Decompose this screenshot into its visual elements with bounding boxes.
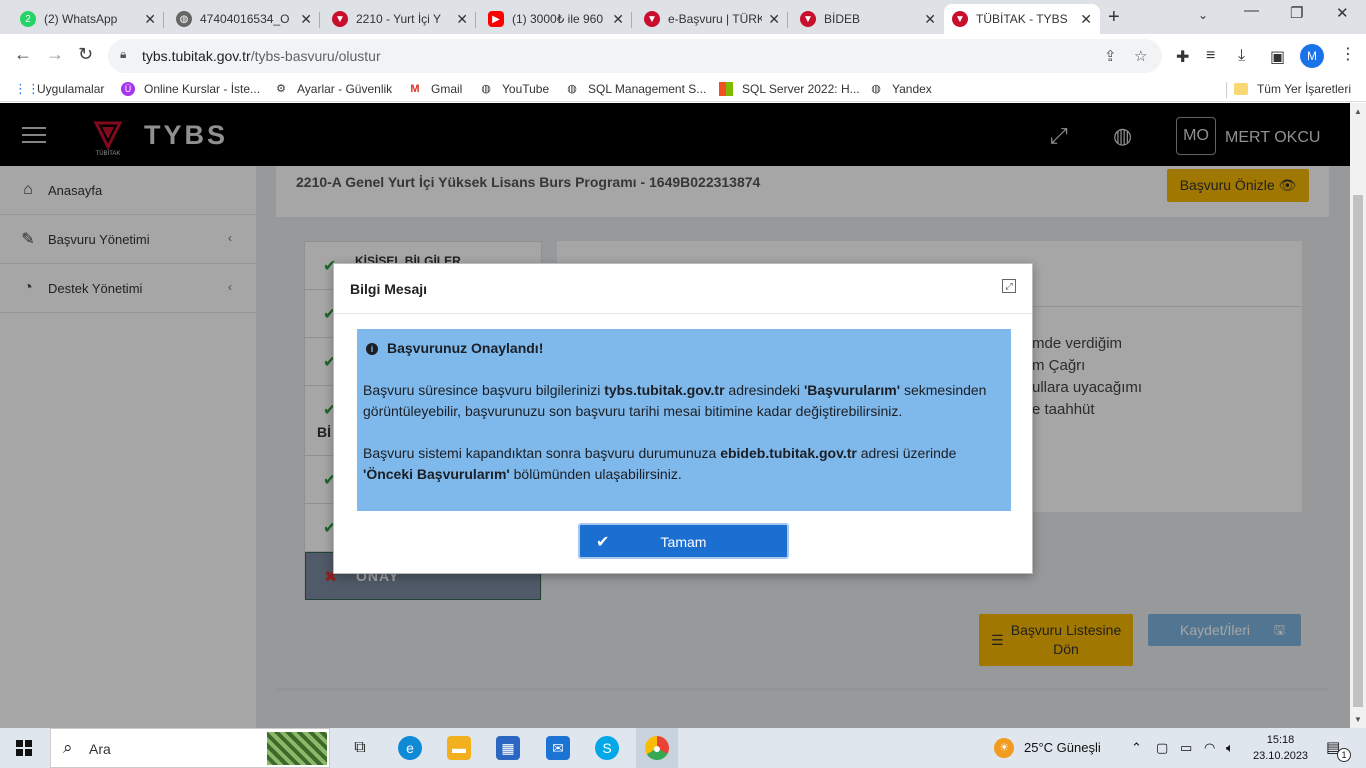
microsoft-icon [719, 82, 733, 96]
bookmark-sql-management[interactable]: ◍ SQL Management S... [565, 82, 706, 96]
gmail-icon: M [410, 83, 420, 95]
alert-paragraph-2: Başvuru sistemi kapandıktan sonra başvur… [363, 444, 957, 483]
bookmark-sql-server[interactable]: SQL Server 2022: H... [719, 82, 860, 96]
browser-tab[interactable]: 2 (2) WhatsApp ✕ [12, 4, 164, 34]
browser-tab-active[interactable]: ▼ TÜBİTAK - TYBS ✕ [944, 4, 1100, 34]
bookmark-online-kurslar[interactable]: Ü Online Kurslar - İste... [121, 82, 260, 96]
skype-icon[interactable]: S [595, 736, 619, 760]
tubitak-icon: ▼ [644, 11, 660, 27]
close-tab-icon[interactable]: ✕ [300, 11, 312, 28]
browser-tab[interactable]: ▶ (1) 3000₺ ile 960 ✕ [480, 4, 632, 34]
battery-icon[interactable]: ▭ [1180, 740, 1192, 756]
download-icon[interactable]: ⤓ [1238, 47, 1245, 65]
media-queue-icon[interactable]: ≡ [1206, 47, 1215, 65]
star-bookmark-icon[interactable]: ☆ [1134, 47, 1147, 65]
info-modal: Bilgi Mesajı ⤢ i Başvurunuz Onaylandı! B… [333, 263, 1033, 574]
browser-tab[interactable]: ▼ e-Başvuru | TÜRK ✕ [636, 4, 788, 34]
ok-button[interactable]: ✔ Tamam [578, 523, 789, 559]
scroll-down-icon[interactable]: ▼ [1354, 715, 1362, 724]
forward-icon[interactable]: → [46, 44, 64, 65]
windows-taskbar: ⌕ Ara ⧉ e ▬ ▦ ✉ S ● ☀ 25°C Güneşli ⌃ ▢ ▭… [0, 728, 1366, 768]
tubitak-icon: ▼ [332, 11, 348, 27]
scroll-up-icon[interactable]: ▲ [1354, 107, 1362, 116]
file-explorer-icon[interactable]: ▬ [447, 736, 471, 760]
profile-avatar[interactable]: M [1300, 44, 1324, 68]
windows-start-icon[interactable] [16, 740, 32, 756]
expand-icon[interactable]: ⤢ [1002, 279, 1016, 293]
alert-paragraph-1: Başvuru süresince başvuru bilgilerinizi … [363, 381, 987, 420]
browser-tab[interactable]: ▼ BİDEB ✕ [792, 4, 944, 34]
chevron-up-icon[interactable]: ⌃ [1131, 740, 1142, 756]
close-tab-icon[interactable]: ✕ [612, 11, 624, 28]
side-panel-icon[interactable]: ▣ [1270, 47, 1285, 67]
bookmark-gmail[interactable]: M Gmail [408, 82, 462, 96]
bookmark-yandex[interactable]: ◍ Yandex [869, 82, 932, 96]
task-view-icon[interactable]: ⧉ [348, 736, 372, 760]
close-tab-icon[interactable]: ✕ [144, 11, 156, 28]
lock-icon[interactable]: 🔒︎ [120, 47, 126, 62]
notification-count-badge: 1 [1337, 748, 1351, 762]
udemy-icon: Ü [121, 82, 135, 96]
tubitak-icon: ▼ [800, 11, 816, 27]
minimize-icon[interactable]: — [1244, 2, 1259, 19]
menu-kebab-icon[interactable]: ⋮ [1340, 44, 1356, 64]
meet-now-icon[interactable]: ▢ [1156, 740, 1168, 756]
success-alert: i Başvurunuz Onaylandı! Başvuru süresinc… [357, 329, 1011, 511]
close-window-icon[interactable]: ✕ [1336, 4, 1349, 22]
extensions-icon[interactable]: ✚ [1176, 47, 1189, 67]
bookmarks-bar: ⋮⋮ Uygulamalar Ü Online Kurslar - İste..… [0, 78, 1366, 102]
store-icon[interactable]: ▦ [496, 736, 520, 760]
scrollbar-thumb[interactable] [1353, 195, 1363, 707]
restore-icon[interactable]: ❐ [1290, 4, 1303, 22]
taskbar-clock[interactable]: 15:18 23.10.2023 [1253, 732, 1308, 764]
close-tab-icon[interactable]: ✕ [1080, 11, 1092, 28]
browser-tab-strip: 2 (2) WhatsApp ✕ ◍ 47404016534_O ✕ ▼ 221… [0, 0, 1366, 34]
wifi-icon[interactable]: ◠ [1204, 740, 1215, 756]
address-bar[interactable]: 🔒︎ tybs.tubitak.gov.tr/tybs-basvuru/olus… [108, 39, 1162, 73]
page-scrollbar[interactable]: ▲ ▼ [1350, 103, 1366, 728]
tab-search-chevron-icon[interactable]: ⌄ [1198, 8, 1208, 22]
all-bookmarks[interactable]: Tüm Yer İşaretleri [1233, 82, 1351, 96]
browser-tab[interactable]: ▼ 2210 - Yurt İçi Y ✕ [324, 4, 476, 34]
globe-icon: ◍ [567, 83, 577, 95]
volume-icon[interactable]: 🔈︎ [1226, 740, 1234, 756]
bookmark-apps[interactable]: ⋮⋮ Uygulamalar [14, 81, 104, 97]
tubitak-icon: ▼ [952, 11, 968, 27]
search-highlight-image [267, 732, 327, 765]
browser-toolbar: ← → ↻ 🔒︎ tybs.tubitak.gov.tr/tybs-basvur… [0, 34, 1366, 78]
taskbar-search[interactable]: ⌕ Ara [50, 728, 330, 768]
modal-title: Bilgi Mesajı [350, 281, 428, 297]
new-tab-icon[interactable]: + [1108, 6, 1120, 29]
bookmark-ayarlar[interactable]: ⚙ Ayarlar - Güvenlik [274, 82, 392, 96]
globe-icon: ◍ [481, 83, 491, 95]
weather-sun-icon[interactable]: ☀ [994, 738, 1014, 758]
chrome-icon[interactable]: ● [645, 736, 669, 760]
modal-header: Bilgi Mesajı ⤢ [334, 264, 1032, 314]
close-tab-icon[interactable]: ✕ [768, 11, 780, 28]
search-icon: ⌕ [63, 738, 73, 757]
browser-tab[interactable]: ◍ 47404016534_O ✕ [168, 4, 320, 34]
globe-icon: ◍ [871, 83, 881, 95]
edge-icon[interactable]: e [398, 736, 422, 760]
gear-icon: ⚙ [276, 83, 286, 95]
info-icon: i [366, 342, 378, 355]
bookmark-youtube[interactable]: ◍ YouTube [479, 82, 549, 96]
back-icon[interactable]: ← [14, 44, 32, 65]
share-icon[interactable]: ⇪ [1104, 47, 1117, 65]
reload-icon[interactable]: ↻ [78, 44, 93, 65]
globe-icon: ◍ [176, 11, 192, 27]
folder-icon [1233, 83, 1248, 95]
youtube-icon: ▶ [488, 11, 504, 27]
apps-grid-icon: ⋮⋮ [14, 81, 40, 96]
alert-heading: Başvurunuz Onaylandı! [387, 340, 544, 356]
close-tab-icon[interactable]: ✕ [456, 11, 468, 28]
mail-icon[interactable]: ✉ [546, 736, 570, 760]
weather-text[interactable]: 25°C Güneşli [1024, 740, 1101, 755]
whatsapp-icon: 2 [20, 11, 36, 27]
close-tab-icon[interactable]: ✕ [924, 11, 936, 28]
